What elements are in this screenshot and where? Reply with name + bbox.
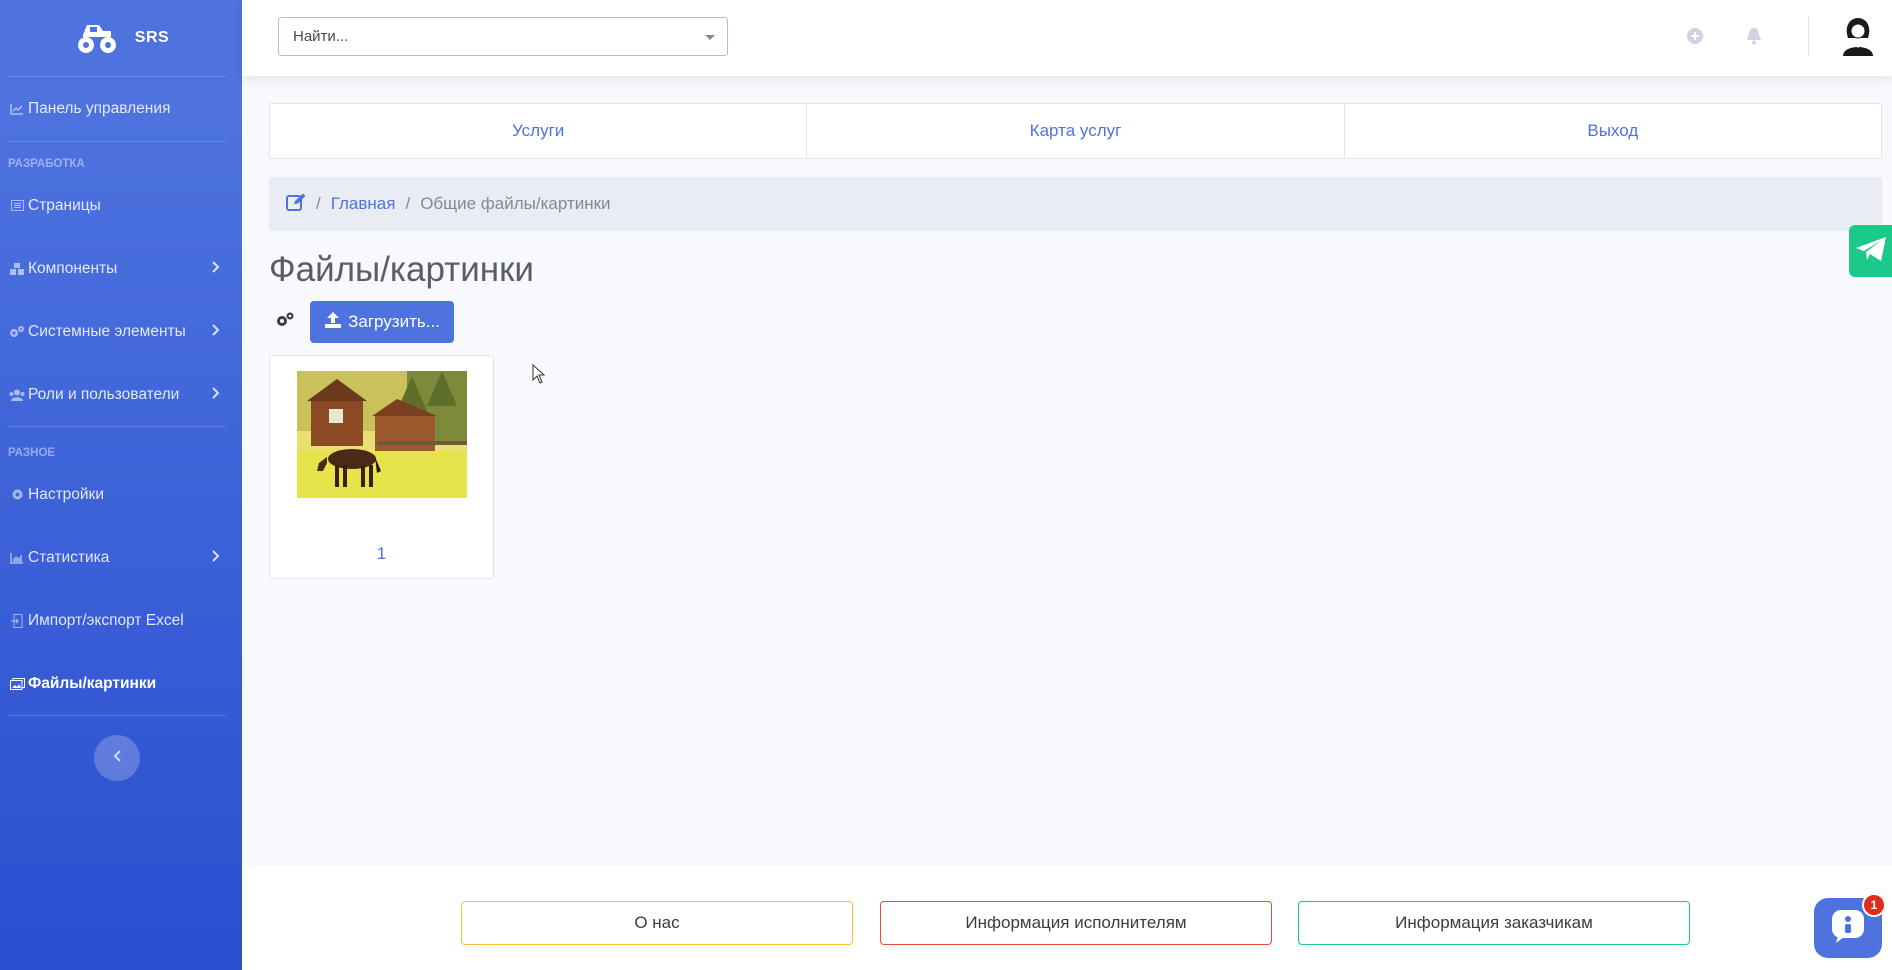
breadcrumb-separator: /: [405, 194, 411, 213]
brand-name: SRS: [134, 29, 170, 46]
tab-services-map[interactable]: Карта услуг: [807, 104, 1345, 158]
breadcrumb-home-link[interactable]: Главная: [331, 194, 396, 214]
chevron-left-icon: [113, 749, 121, 767]
sidebar-item-components[interactable]: Компоненты: [0, 237, 242, 300]
top-tabs: Услуги Карта услуг Выход: [269, 103, 1882, 159]
file-thumbnail[interactable]: [297, 371, 467, 498]
chevron-down-icon: [705, 35, 715, 40]
monster-truck-icon: [73, 17, 121, 60]
sidebar-item-label: Страницы: [28, 196, 101, 214]
topbar: Найти...: [242, 0, 1892, 76]
sidebar-item-roles-users[interactable]: Роли и пользователи: [0, 363, 242, 426]
sidebar-item-label: Статистика: [28, 548, 110, 566]
tab-services[interactable]: Услуги: [270, 104, 808, 158]
cogs-icon: [8, 325, 26, 339]
images-icon: [8, 677, 26, 691]
upload-button[interactable]: Загрузить...: [310, 301, 454, 343]
gear-icon: [8, 488, 26, 502]
sidebar-item-label: Роли и пользователи: [28, 385, 180, 403]
sidebar-divider: [8, 715, 226, 716]
sidebar-item-label: Файлы/картинки: [28, 674, 157, 692]
breadcrumb-current: Общие файлы/картинки: [420, 194, 611, 213]
sidebar-toggle-button[interactable]: [94, 735, 140, 781]
sidebar-item-system-elements[interactable]: Системные элементы: [0, 300, 242, 363]
paper-plane-icon: [1855, 236, 1887, 267]
cogs-icon: [276, 312, 294, 333]
chart-area-icon: [8, 551, 26, 565]
chevron-right-icon: [212, 386, 220, 404]
list-icon: [8, 199, 26, 213]
performers-info-button[interactable]: Информация исполнителям: [880, 901, 1272, 945]
breadcrumb: / Главная / Общие файлы/картинки: [269, 177, 1882, 231]
telegram-button[interactable]: [1849, 225, 1892, 277]
chart-line-icon: [8, 102, 26, 116]
breadcrumb-separator: /: [316, 194, 321, 213]
mouse-cursor-icon: [532, 363, 546, 389]
file-name[interactable]: 1: [270, 544, 493, 564]
sidebar-item-files[interactable]: Файлы/картинки: [0, 652, 242, 715]
chat-notification-badge: 1: [1862, 893, 1886, 917]
sidebar-item-settings[interactable]: Настройки: [0, 463, 242, 526]
users-icon: [8, 388, 26, 402]
tab-logout[interactable]: Выход: [1345, 104, 1881, 158]
sidebar-item-statistics[interactable]: Статистика: [0, 526, 242, 589]
sidebar: SRS Панель управления РАЗРАБОТКА Страниц…: [0, 0, 242, 970]
section-heading-misc: РАЗНОЕ: [8, 447, 56, 459]
file-card[interactable]: 1: [269, 355, 494, 579]
sidebar-item-label: Импорт/экспорт Excel: [28, 611, 184, 629]
search-placeholder: Найти...: [293, 28, 349, 45]
sidebar-item-pages[interactable]: Страницы: [0, 174, 242, 237]
upload-icon: [324, 311, 342, 334]
topbar-divider: [1808, 16, 1809, 56]
sidebar-item-excel[interactable]: Импорт/экспорт Excel: [0, 589, 242, 652]
bell-icon[interactable]: [1744, 26, 1764, 46]
section-heading-dev: РАЗРАБОТКА: [8, 158, 85, 170]
sidebar-item-label: Системные элементы: [28, 322, 186, 340]
upload-label: Загрузить...: [348, 312, 440, 331]
chevron-right-icon: [212, 549, 220, 567]
chevron-right-icon: [212, 260, 220, 278]
sidebar-item-label: Компоненты: [28, 259, 118, 277]
user-avatar-icon[interactable]: [1840, 16, 1876, 56]
search-input[interactable]: Найти...: [278, 17, 728, 56]
sidebar-item-label: Панель управления: [28, 100, 171, 117]
edit-icon[interactable]: [286, 193, 306, 216]
file-import-icon: [8, 613, 26, 628]
cubes-icon: [8, 262, 26, 276]
sidebar-item-label: Настройки: [28, 485, 105, 503]
chat-icon: [1830, 908, 1866, 949]
plus-circle-icon[interactable]: [1685, 26, 1705, 46]
footer: О нас Информация исполнителям Информация…: [242, 866, 1892, 970]
brand[interactable]: SRS: [0, 0, 242, 76]
chevron-right-icon: [212, 323, 220, 341]
customers-info-button[interactable]: Информация заказчикам: [1298, 901, 1690, 945]
sidebar-item-dashboard[interactable]: Панель управления: [0, 77, 242, 141]
settings-gears-button[interactable]: [274, 311, 296, 333]
about-button[interactable]: О нас: [461, 901, 853, 945]
page-title: Файлы/картинки: [269, 250, 534, 289]
